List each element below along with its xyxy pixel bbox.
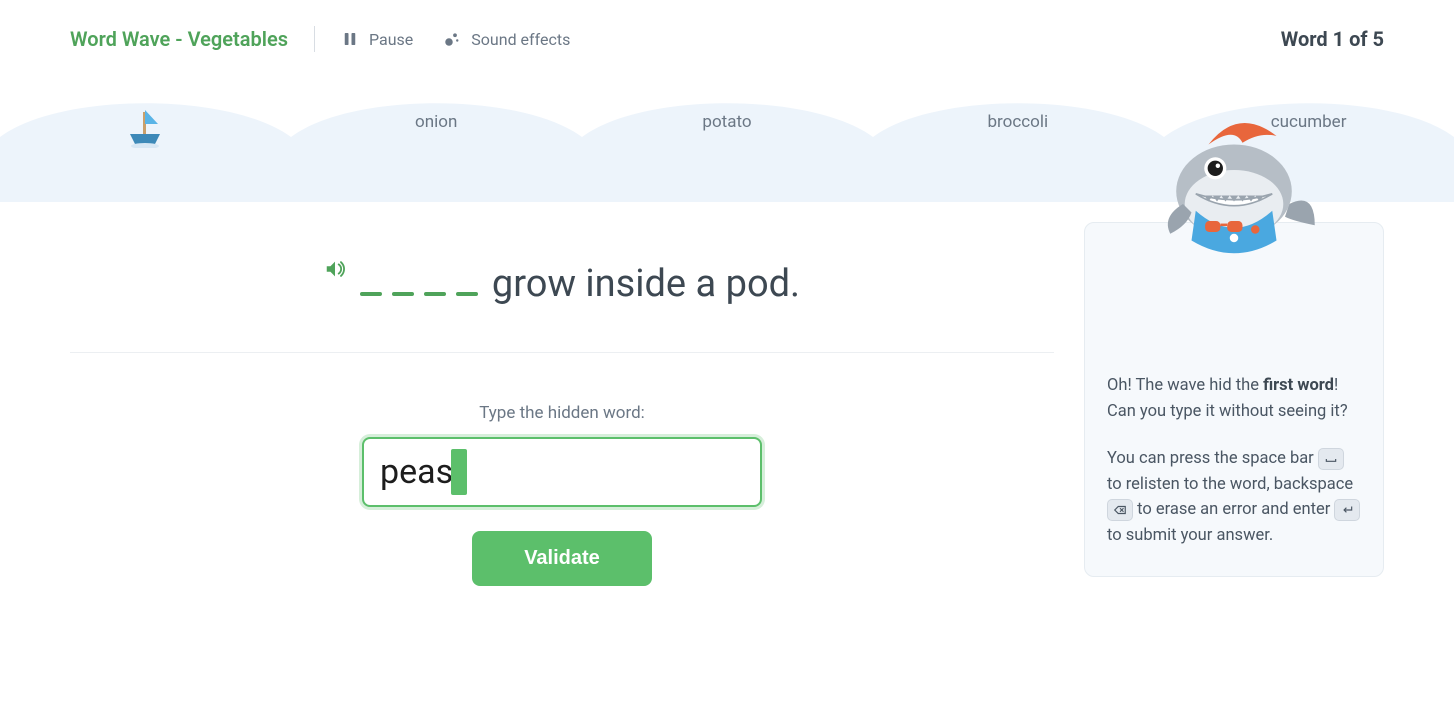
- hint-paragraph-2: You can press the space bar to relisten …: [1107, 446, 1361, 548]
- audio-play-icon[interactable]: [324, 258, 346, 284]
- enter-key-icon: [1334, 499, 1360, 521]
- sound-effects-label: Sound effects: [471, 30, 570, 49]
- blank-segment: [456, 292, 478, 296]
- divider: [314, 26, 315, 52]
- pause-icon: [341, 30, 359, 48]
- blank-segment: [360, 292, 382, 296]
- validate-button[interactable]: Validate: [472, 531, 652, 586]
- input-prompt: Type the hidden word:: [70, 403, 1054, 423]
- sentence: grow inside a pod.: [70, 232, 1054, 352]
- sound-effects-icon: [443, 30, 461, 48]
- hint-panel: Oh! The wave hid the first word! Can you…: [1084, 222, 1384, 577]
- top-bar: Word Wave - Vegetables Pause Sound effec…: [0, 0, 1454, 72]
- pause-label: Pause: [369, 30, 413, 49]
- question-area: grow inside a pod. Type the hidden word:…: [70, 232, 1054, 586]
- upcoming-word: onion: [291, 112, 582, 132]
- answer-input-wrap: [362, 437, 762, 507]
- shark-mascot: [1149, 102, 1319, 276]
- blank-word: [360, 292, 478, 296]
- backspace-key-icon: [1107, 499, 1133, 521]
- sound-effects-button[interactable]: Sound effects: [443, 30, 570, 49]
- word-progress: Word 1 of 5: [1281, 27, 1384, 51]
- game-title: Word Wave - Vegetables: [70, 27, 288, 51]
- space-key-icon: [1318, 448, 1344, 470]
- boat-icon: [0, 112, 291, 154]
- sentence-rest: grow inside a pod.: [492, 262, 800, 306]
- pause-button[interactable]: Pause: [341, 30, 413, 49]
- separator: [70, 352, 1054, 353]
- blank-segment: [424, 292, 446, 296]
- upcoming-word: broccoli: [872, 112, 1163, 132]
- hint-paragraph-1: Oh! The wave hid the first word! Can you…: [1107, 373, 1361, 424]
- upcoming-word: potato: [582, 112, 873, 132]
- blank-segment: [392, 292, 414, 296]
- answer-input[interactable]: [362, 437, 762, 507]
